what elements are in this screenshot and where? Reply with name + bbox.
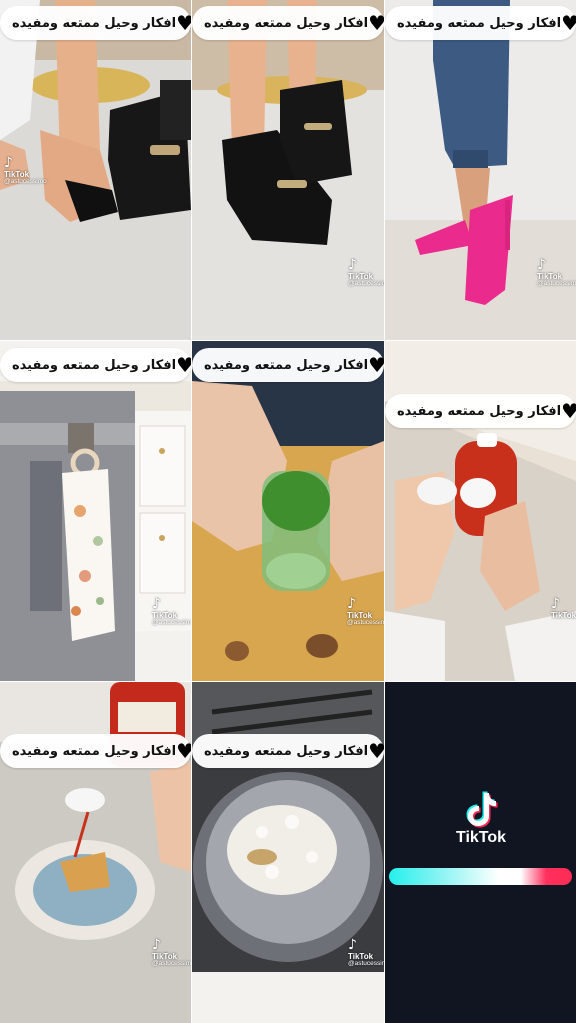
video-tile-6[interactable]: افكار وحيل ممتعه ومفيده ♥ ♪ TikTok	[385, 341, 576, 681]
caption-text: افكار وحيل ممتعه ومفيده	[12, 15, 177, 31]
tiktok-logo-icon	[385, 790, 576, 832]
watermark-user: @astucessimo	[4, 178, 47, 186]
tiktok-watermark: ♪ TikTok @astucessimo	[152, 938, 191, 968]
tiktok-note-icon: ♪	[152, 937, 161, 953]
video-tile-4[interactable]: افكار وحيل ممتعه ومفيده ♥ ♪ TikTok @astu…	[0, 341, 191, 681]
heart-icon[interactable]: ♥	[176, 741, 191, 761]
video-tile-2[interactable]: افكار وحيل ممتعه ومفيده ♥ ♪ TikTok @astu…	[192, 0, 384, 340]
watermark-user: @astucessimo	[348, 280, 384, 288]
tile-2-image	[192, 0, 384, 340]
tiktok-note-icon: ♪	[537, 257, 546, 273]
tile-6-image	[385, 341, 576, 681]
video-tile-7[interactable]: افكار وحيل ممتعه ومفيده ♥ ♪ TikTok @astu…	[0, 682, 191, 1023]
watermark-user: @astucessimo	[152, 960, 191, 968]
tiktok-note-icon: ♪	[348, 257, 357, 273]
caption-pill: افكار وحيل ممتعه ومفيده ♥	[0, 6, 191, 40]
end-card-loading-bar	[389, 868, 572, 885]
tiktok-watermark: ♪ TikTok @astucessimo	[347, 597, 384, 627]
caption-text: افكار وحيل ممتعه ومفيده	[204, 743, 369, 759]
caption-pill: افكار وحيل ممتعه ومفيده ♥	[0, 734, 191, 768]
video-tile-5[interactable]: افكار وحيل ممتعه ومفيده ♥ ♪ TikTok @astu…	[192, 341, 384, 681]
tiktok-watermark: ♪ TikTok @astucessimo	[4, 156, 47, 186]
heart-icon[interactable]: ♥	[176, 13, 191, 33]
video-collage-grid: افكار وحيل ممتعه ومفيده ♥ ♪ TikTok @astu…	[0, 0, 576, 1023]
tiktok-note-icon: ♪	[152, 596, 161, 612]
watermark-brand: TikTok	[551, 610, 576, 620]
tiktok-watermark: ♪ TikTok @astucessimo	[348, 258, 384, 288]
heart-icon[interactable]: ♥	[561, 401, 576, 421]
caption-text: افكار وحيل ممتعه ومفيده	[12, 743, 177, 759]
tiktok-note-icon: ♪	[348, 937, 357, 953]
tiktok-watermark: ♪ TikTok @astucessimo	[537, 258, 576, 288]
heart-icon[interactable]: ♥	[176, 355, 191, 375]
tiktok-watermark: ♪ TikTok @astucessimo	[152, 597, 191, 627]
heart-icon[interactable]: ♥	[368, 741, 384, 761]
tile-3-image	[385, 0, 576, 340]
tile-4-image	[0, 341, 191, 681]
end-card-brand: TikTok	[455, 829, 507, 846]
tiktok-watermark: ♪ TikTok	[551, 597, 576, 620]
watermark-user: @astucessimo	[348, 960, 384, 968]
tiktok-note-icon: ♪	[347, 596, 356, 612]
caption-text: افكار وحيل ممتعه ومفيده	[12, 357, 177, 373]
video-tile-8[interactable]: افكار وحيل ممتعه ومفيده ♥ ♪ TikTok @astu…	[192, 682, 384, 1023]
caption-pill: افكار وحيل ممتعه ومفيده ♥	[385, 394, 576, 428]
tiktok-note-icon: ♪	[4, 155, 13, 171]
caption-pill: افكار وحيل ممتعه ومفيده ♥	[192, 734, 384, 768]
heart-icon[interactable]: ♥	[368, 13, 384, 33]
caption-text: افكار وحيل ممتعه ومفيده	[397, 403, 562, 419]
caption-text: افكار وحيل ممتعه ومفيده	[204, 357, 369, 373]
tile-5-image	[192, 341, 384, 681]
watermark-user: @astucessimo	[347, 619, 384, 627]
video-tile-1[interactable]: افكار وحيل ممتعه ومفيده ♥ ♪ TikTok @astu…	[0, 0, 191, 340]
caption-pill: افكار وحيل ممتعه ومفيده ♥	[192, 6, 384, 40]
caption-pill: افكار وحيل ممتعه ومفيده ♥	[192, 348, 384, 382]
heart-icon[interactable]: ♥	[561, 13, 576, 33]
heart-icon[interactable]: ♥	[368, 355, 384, 375]
caption-pill: افكار وحيل ممتعه ومفيده ♥	[385, 6, 576, 40]
caption-pill: افكار وحيل ممتعه ومفيده ♥	[0, 348, 191, 382]
watermark-user: @astucessimo	[152, 619, 191, 627]
tiktok-watermark: ♪ TikTok @astucessimo	[348, 938, 384, 968]
video-tile-3[interactable]: افكار وحيل ممتعه ومفيده ♥ ♪ TikTok @astu…	[385, 0, 576, 340]
tiktok-end-card[interactable]: TikTok	[385, 682, 576, 1023]
tiktok-note-icon: ♪	[551, 596, 560, 612]
watermark-user: @astucessimo	[537, 280, 576, 288]
caption-text: افكار وحيل ممتعه ومفيده	[397, 15, 562, 31]
caption-text: افكار وحيل ممتعه ومفيده	[204, 15, 369, 31]
